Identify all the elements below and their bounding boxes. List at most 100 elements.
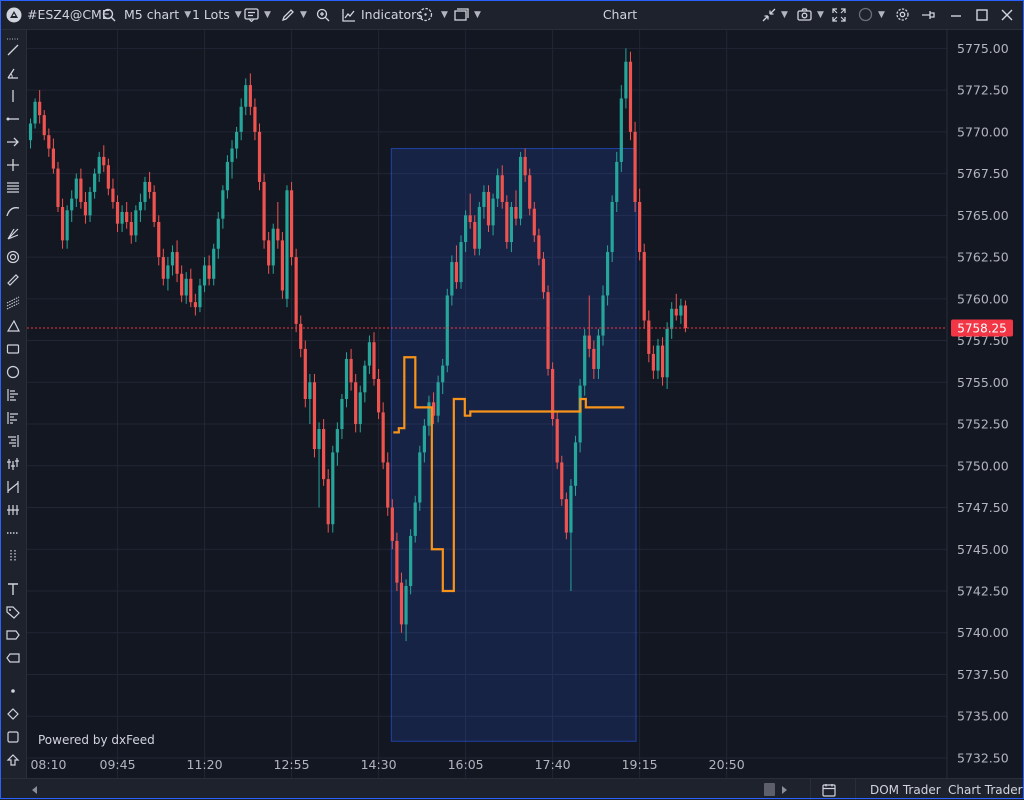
vertical-line-icon[interactable] (4, 87, 22, 105)
footprint-icon[interactable] (4, 455, 22, 473)
angle-icon[interactable] (4, 64, 22, 82)
candle-body (427, 402, 431, 426)
candle-body (129, 222, 133, 236)
up-arrow-icon[interactable] (4, 751, 22, 769)
crosshair-menu[interactable]: ▼ (436, 0, 448, 29)
price-chart[interactable]: 5775.00 5772.50 5770.00 5767.50 5765.00 5762.… (27, 30, 1024, 778)
text-icon[interactable] (4, 580, 22, 598)
settings-icon[interactable] (895, 0, 910, 29)
candle-body (592, 348, 596, 369)
top-toolbar: #ESZ4@CME M5 chart ▼ 1 Lots ▼ ▼ ▼ Indica… (0, 0, 1024, 30)
calendar-icon[interactable] (822, 779, 836, 800)
zoom-icon[interactable] (316, 0, 330, 29)
candle-body (354, 382, 358, 425)
candle-body (683, 305, 688, 329)
chevron-down-icon: ▼ (234, 9, 242, 20)
fullscreen-icon[interactable] (832, 0, 846, 29)
trend-line-icon[interactable] (4, 41, 22, 59)
candle-body (147, 181, 152, 192)
time-tick-label: 08:10 (30, 757, 66, 772)
pitchfork-icon[interactable] (4, 225, 22, 243)
price-tick-label: 5775.00 (957, 41, 1009, 56)
cross-line-icon[interactable] (4, 156, 22, 174)
candle-body (560, 462, 564, 500)
time-tick-label: 16:05 (448, 757, 484, 772)
ellipse-icon[interactable] (4, 363, 22, 381)
layout-icon[interactable]: ▼ (454, 0, 481, 29)
scroll-left-icon[interactable] (30, 779, 38, 800)
collapse-icon[interactable]: ▼ (762, 0, 788, 29)
ruler-icon[interactable] (4, 271, 22, 289)
arrow-icon[interactable] (4, 133, 22, 151)
minimize-icon[interactable] (950, 0, 962, 29)
candle-body (198, 285, 202, 308)
candle-body (450, 262, 454, 296)
chart-trader-button[interactable]: Chart Trader (948, 779, 1023, 800)
lots-dropdown[interactable]: 1 Lots ▼ (192, 0, 242, 29)
camera-icon[interactable]: ▼ (797, 0, 824, 29)
chevron-down-icon: ▼ (474, 9, 481, 20)
rectangle-icon[interactable] (4, 340, 22, 358)
triangle-icon[interactable] (4, 317, 22, 335)
scrollbar-thumb[interactable] (764, 779, 775, 800)
time-tick-label: 09:45 (100, 757, 136, 772)
label-icon[interactable] (4, 649, 22, 667)
candle-body (413, 502, 417, 536)
dotted-vertical-icon[interactable] (4, 547, 22, 565)
app-logo-icon[interactable] (6, 0, 22, 29)
timeframe-dropdown[interactable]: M5 chart ▼ (124, 0, 191, 29)
candle-body (331, 452, 335, 525)
candle-body (605, 252, 610, 296)
scroll-right-icon[interactable] (781, 779, 789, 800)
diamond-icon[interactable] (4, 705, 22, 723)
candle-body (344, 358, 349, 399)
candle-body (230, 148, 234, 162)
curve-icon[interactable] (4, 202, 22, 220)
maximize-icon[interactable] (976, 0, 988, 29)
crosshair-icon[interactable] (418, 0, 433, 29)
multi-line-icon[interactable] (4, 501, 22, 519)
price-tick-label: 5740.00 (957, 625, 1009, 640)
symbol-selector[interactable]: #ESZ4@CME (27, 0, 110, 29)
anchored-line-icon[interactable] (4, 478, 22, 496)
candle-body (180, 273, 184, 296)
candle-body (28, 123, 33, 141)
search-icon[interactable] (102, 0, 116, 29)
price-tick-label: 5765.00 (957, 208, 1009, 223)
candle-body (615, 161, 619, 202)
callout-icon[interactable] (4, 626, 22, 644)
drawing-tools-button[interactable]: ▼ (281, 0, 307, 29)
spiral-icon[interactable] (4, 248, 22, 266)
bottom-bar: DOM Trader Chart Trader (0, 778, 1024, 800)
highlight-box (390, 148, 637, 742)
candle-body (308, 382, 312, 399)
horizontal-ray-icon[interactable] (4, 110, 22, 128)
circle-icon[interactable]: ▼ (858, 0, 885, 29)
pin-icon[interactable] (921, 0, 936, 29)
indicators-button[interactable]: Indicators (342, 0, 423, 29)
candle-body (42, 115, 46, 136)
candle-body (38, 101, 42, 116)
volume-profile-icon[interactable] (4, 386, 22, 404)
dot-icon[interactable] (4, 682, 22, 700)
object-tree-button[interactable]: ▼ (244, 0, 271, 29)
fib-icon[interactable] (4, 294, 22, 312)
candle-body (482, 191, 486, 207)
dotted-line-icon[interactable] (4, 524, 22, 542)
candle-body (477, 206, 481, 249)
square-icon[interactable] (4, 728, 22, 746)
volume-profile-2-icon[interactable] (4, 409, 22, 427)
volume-profile-3-icon[interactable] (4, 432, 22, 450)
dom-trader-button[interactable]: DOM Trader (870, 779, 941, 800)
powered-by-label: Powered by dxFeed (38, 733, 155, 747)
time-tick-label: 11:20 (187, 757, 223, 772)
parallel-lines-icon[interactable] (4, 179, 22, 197)
price-tick-label: 5760.00 (957, 291, 1009, 306)
candle-body (514, 206, 518, 219)
candle-body (523, 156, 527, 176)
candle-body (418, 452, 422, 503)
candle-body (267, 240, 271, 266)
tag-icon[interactable] (4, 603, 22, 621)
drawing-toolbar (0, 30, 27, 778)
close-icon[interactable] (1001, 0, 1013, 29)
